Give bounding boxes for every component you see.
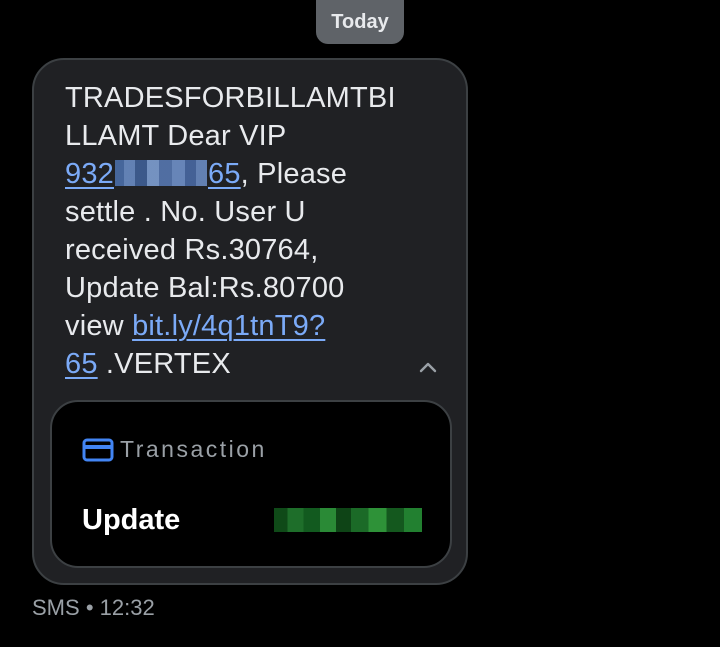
message-text-fragment: , Please (240, 158, 348, 190)
message-line: 932 65, Please (65, 155, 425, 193)
message-text-fragment: view (65, 310, 133, 342)
message-line: TRADESFORBILLAMTBI (65, 82, 396, 114)
card-row-label: Update (82, 503, 181, 536)
card-header: Transaction (82, 436, 267, 463)
message-line: Update Bal:Rs.80700 (65, 272, 345, 304)
chevron-up-icon (419, 362, 437, 373)
message-line: view bit.ly/4q1tnT9? (65, 307, 425, 345)
message-bubble[interactable]: TRADESFORBILLAMTBI LLAMT Dear VIP 932 65,… (32, 58, 468, 585)
date-chip-label: Today (331, 10, 389, 33)
transaction-card[interactable]: Transaction Update (50, 400, 452, 568)
card-title: Transaction (120, 436, 267, 462)
message-text-fragment: .VERTEX (97, 348, 231, 380)
message-line: LLAMT Dear VIP (65, 120, 287, 152)
card-row: Update (82, 502, 422, 538)
phone-suffix: 65 (208, 158, 241, 190)
conversation-screen: Today TRADESFORBILLAMTBI LLAMT Dear VIP … (0, 0, 720, 647)
message-body: TRADESFORBILLAMTBI LLAMT Dear VIP 932 65,… (65, 79, 425, 383)
sender-type: SMS (32, 595, 80, 620)
message-time: 12:32 (99, 595, 155, 620)
redacted-value (274, 508, 422, 532)
redacted-phone-digits (115, 160, 207, 186)
collapse-button[interactable] (414, 354, 442, 382)
credit-card-icon (82, 438, 114, 462)
date-chip: Today (316, 0, 404, 44)
phone-prefix: 932 (65, 158, 114, 190)
short-url-link[interactable]: bit.ly/4q1tnT9? (132, 310, 325, 342)
meta-separator: • (85, 595, 94, 620)
message-meta: SMS • 12:32 (32, 595, 155, 621)
message-line: settle . No. User U (65, 196, 306, 228)
phone-number-link[interactable]: 932 65 (65, 158, 241, 190)
short-url-link-continued[interactable]: 65 (65, 348, 98, 380)
message-line: received Rs.30764, (65, 234, 319, 266)
message-line: 65 .VERTEX (65, 345, 425, 383)
